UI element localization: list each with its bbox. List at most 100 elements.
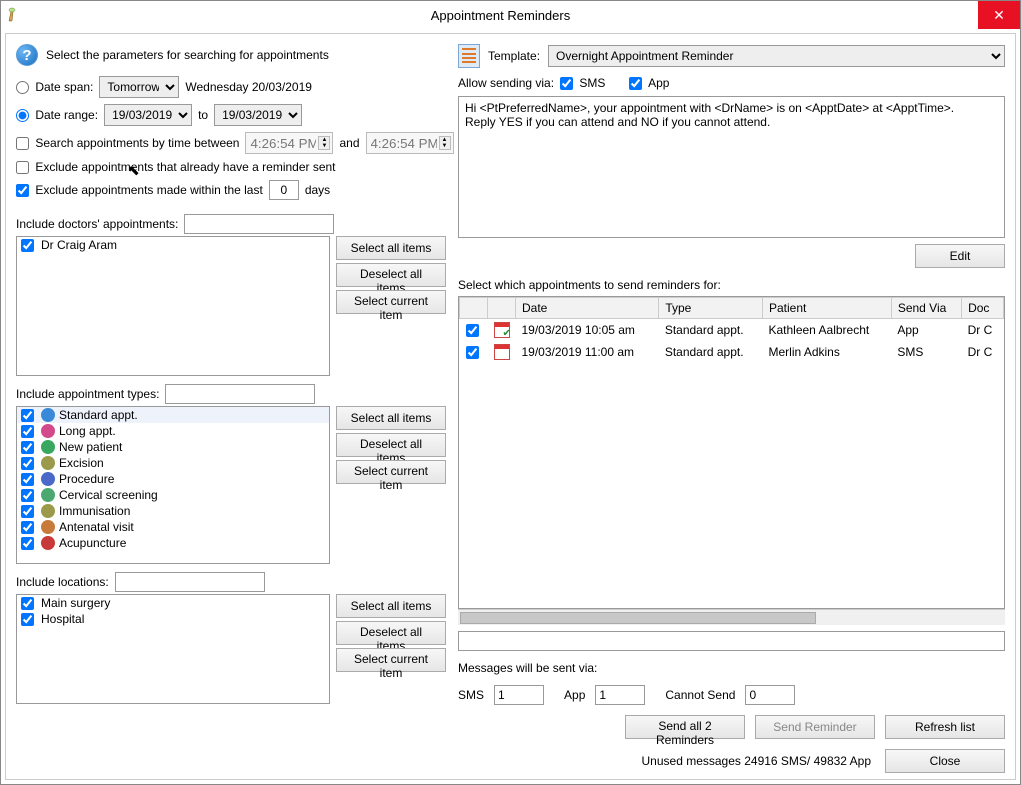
appt-type-icon [41, 472, 55, 486]
locations-list[interactable]: Main surgery Hospital [16, 594, 330, 704]
cell-via: SMS [891, 341, 961, 363]
exclude-sent-row: Exclude appointments that already have a… [16, 160, 446, 174]
filter-input[interactable] [458, 631, 1005, 651]
sms-label: SMS [458, 688, 484, 702]
allow-app-check[interactable]: App [629, 76, 669, 90]
date-to-select[interactable]: 19/03/2019 [214, 104, 302, 126]
row-check[interactable] [466, 324, 479, 337]
template-label: Template: [488, 49, 540, 63]
date-span-row: Date span: Tomorrow Wednesday 20/03/2019 [16, 76, 446, 98]
locations-label: Include locations: [16, 575, 109, 589]
list-item[interactable]: Dr Craig Aram [17, 237, 329, 253]
appt-type-icon [41, 536, 55, 550]
window-title: Appointment Reminders [23, 8, 978, 23]
time-search-check[interactable]: Search appointments by time between [16, 136, 239, 150]
doctors-filter[interactable] [184, 214, 334, 234]
exclude-recent-row: Exclude appointments made within the las… [16, 180, 446, 200]
select-current-button[interactable]: Select current item [336, 648, 446, 672]
types-filter[interactable] [165, 384, 315, 404]
doctors-group: Dr Craig Aram Select all items Deselect … [16, 236, 446, 376]
send-reminder-button[interactable]: Send Reminder [755, 715, 875, 739]
intro-row: ? Select the parameters for searching fo… [16, 44, 446, 66]
window-close-button[interactable]: ✕ [978, 1, 1020, 29]
allow-sms-check[interactable]: SMS [560, 76, 605, 90]
cell-via: App [891, 319, 961, 342]
doctors-label: Include doctors' appointments: [16, 217, 178, 231]
dialog-content: ? Select the parameters for searching fo… [5, 33, 1016, 780]
deselect-all-button[interactable]: Deselect all items [336, 433, 446, 457]
col-sendvia[interactable]: Send Via [891, 298, 961, 319]
deselect-all-button[interactable]: Deselect all items [336, 263, 446, 287]
date-span-radio[interactable]: Date span: [16, 80, 93, 94]
locations-group: Main surgery Hospital Select all items D… [16, 594, 446, 704]
exclude-recent-days[interactable] [269, 180, 299, 200]
exclude-recent-check[interactable]: Exclude appointments made within the las… [16, 183, 263, 197]
col-patient[interactable]: Patient [762, 298, 891, 319]
cell-type: Standard appt. [659, 319, 763, 342]
template-row: Template: Overnight Appointment Reminder [458, 44, 1005, 68]
list-item[interactable]: Procedure [17, 471, 329, 487]
close-button[interactable]: Close [885, 749, 1005, 773]
col-doc[interactable]: Doc [962, 298, 1004, 319]
list-item[interactable]: Main surgery [17, 595, 329, 611]
list-item[interactable]: New patient [17, 439, 329, 455]
select-all-button[interactable]: Select all items [336, 236, 446, 260]
date-range-radio[interactable]: Date range: [16, 108, 98, 122]
col-type[interactable]: Type [659, 298, 763, 319]
appt-type-name: Antenatal visit [59, 520, 134, 534]
template-select[interactable]: Overnight Appointment Reminder [548, 45, 1005, 67]
cannot-count[interactable] [745, 685, 795, 705]
doctor-name: Dr Craig Aram [41, 238, 117, 252]
template-icon [458, 44, 480, 68]
time-from[interactable]: ▲▼ [245, 132, 333, 154]
cell-doc: Dr C [962, 319, 1004, 342]
date-from-select[interactable]: 19/03/2019 [104, 104, 192, 126]
send-all-button[interactable]: Send all 2 Reminders [625, 715, 745, 739]
locations-buttons: Select all items Deselect all items Sele… [336, 594, 446, 672]
doctors-list[interactable]: Dr Craig Aram [16, 236, 330, 376]
list-item[interactable]: Acupuncture [17, 535, 329, 551]
cell-doc: Dr C [962, 341, 1004, 363]
appt-type-name: New patient [59, 440, 122, 454]
list-item[interactable]: Immunisation [17, 503, 329, 519]
refresh-button[interactable]: Refresh list [885, 715, 1005, 739]
table-row[interactable]: 19/03/2019 10:05 amStandard appt.Kathlee… [460, 319, 1004, 342]
time-to[interactable]: ▲▼ [366, 132, 454, 154]
list-item[interactable]: Excision [17, 455, 329, 471]
appt-type-icon [41, 424, 55, 438]
message-preview[interactable]: Hi <PtPreferredName>, your appointment w… [458, 96, 1005, 238]
list-item[interactable]: Cervical screening [17, 487, 329, 503]
spin-icon[interactable]: ▲▼ [439, 136, 451, 150]
list-item[interactable]: Standard appt. [17, 407, 329, 423]
col-date[interactable]: Date [516, 298, 659, 319]
appt-type-name: Acupuncture [59, 536, 126, 550]
spin-icon[interactable]: ▲▼ [318, 136, 330, 150]
message-text: Hi <PtPreferredName>, your appointment w… [465, 101, 954, 129]
table-row[interactable]: 19/03/2019 11:00 amStandard appt.Merlin … [460, 341, 1004, 363]
locations-filter[interactable] [115, 572, 265, 592]
sms-count[interactable] [494, 685, 544, 705]
status-text: Unused messages 24916 SMS/ 49832 App [642, 754, 872, 768]
appt-type-icon [41, 440, 55, 454]
horizontal-scrollbar[interactable] [458, 609, 1005, 625]
col-check[interactable] [460, 298, 488, 319]
row-check[interactable] [466, 346, 479, 359]
cell-patient: Kathleen Aalbrecht [762, 319, 891, 342]
appt-heading: Select which appointments to send remind… [458, 278, 1005, 292]
deselect-all-button[interactable]: Deselect all items [336, 621, 446, 645]
edit-button[interactable]: Edit [915, 244, 1005, 268]
doctor-check[interactable] [21, 239, 34, 252]
app-count[interactable] [595, 685, 645, 705]
types-list[interactable]: Standard appt.Long appt.New patientExcis… [16, 406, 330, 564]
send-summary-row: SMS App Cannot Send [458, 685, 1005, 705]
select-all-button[interactable]: Select all items [336, 406, 446, 430]
list-item[interactable]: Antenatal visit [17, 519, 329, 535]
select-current-button[interactable]: Select current item [336, 460, 446, 484]
list-item[interactable]: Hospital [17, 611, 329, 627]
date-span-select[interactable]: Tomorrow [99, 76, 179, 98]
exclude-sent-check[interactable]: Exclude appointments that already have a… [16, 160, 336, 174]
col-icon[interactable] [488, 298, 516, 319]
select-all-button[interactable]: Select all items [336, 594, 446, 618]
select-current-button[interactable]: Select current item [336, 290, 446, 314]
list-item[interactable]: Long appt. [17, 423, 329, 439]
